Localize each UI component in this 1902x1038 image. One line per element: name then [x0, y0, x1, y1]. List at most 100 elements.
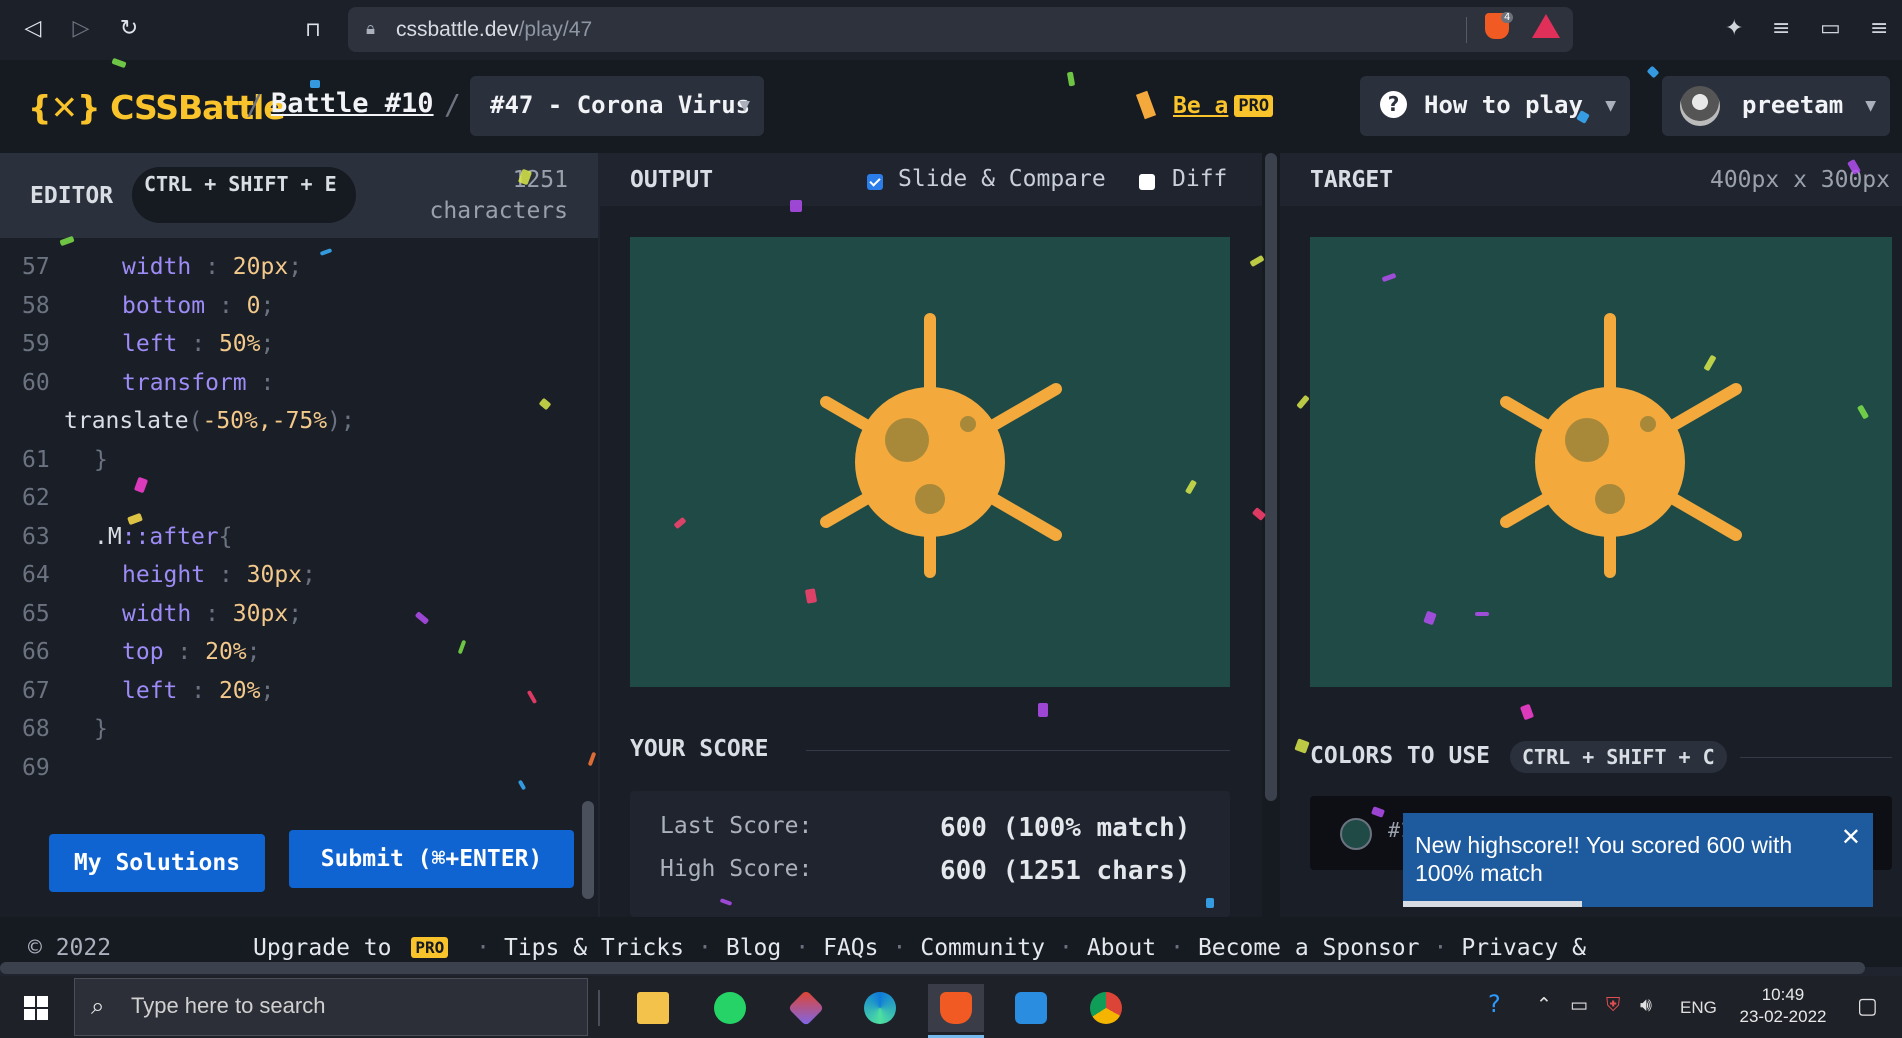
taskbar-search-input[interactable]: [131, 993, 571, 1019]
line-number: 63: [22, 523, 50, 550]
file-explorer-icon[interactable]: [625, 984, 681, 1032]
footer-link[interactable]: Community: [920, 935, 1045, 961]
chrome-icon[interactable]: [1078, 984, 1134, 1032]
toast-message: New highscore!! You scored 600 with 100%…: [1415, 832, 1793, 886]
menu-icon[interactable]: ≡: [1870, 16, 1888, 41]
character-count: 1251 characters: [429, 167, 568, 224]
challenge-dropdown[interactable]: #47 - Corona Virus ▼: [470, 76, 764, 136]
battle-link[interactable]: Battle #10: [271, 88, 434, 119]
code-line[interactable]: 57 width : 20px;: [0, 248, 590, 286]
taskbar-clock[interactable]: 10:49 23-02-2022: [1733, 984, 1833, 1028]
code-line[interactable]: 68}: [0, 710, 590, 748]
code-editor[interactable]: 57 width : 20px; 58 bottom : 0; 59 left : 50%…: [0, 238, 598, 798]
code-line[interactable]: 63 .M::after{: [0, 518, 590, 556]
section-divider: [1740, 757, 1892, 758]
code-line[interactable]: 64 height : 30px;: [0, 556, 590, 594]
back-icon[interactable]: ◁: [18, 14, 48, 44]
code-line[interactable]: 66 top : 20%;: [0, 633, 590, 671]
taskbar-divider: [598, 990, 600, 1026]
code-line[interactable]: 61}: [0, 441, 590, 479]
whatsapp-icon[interactable]: [702, 984, 758, 1032]
code-line[interactable]: 60 transform :: [0, 364, 590, 402]
code-text: height : 30px;: [122, 562, 316, 588]
challenge-title: #47 - Corona Virus: [490, 91, 751, 119]
confetti-piece: [310, 80, 320, 88]
divider-grip[interactable]: [1265, 153, 1277, 801]
playlist-icon[interactable]: ≡: [1772, 16, 1790, 41]
code-line[interactable]: 67 left : 20%;: [0, 672, 590, 710]
avatar: [1680, 86, 1720, 126]
line-number: 57: [22, 254, 50, 280]
slide-compare-label[interactable]: Slide & Compare: [898, 166, 1106, 192]
extensions-icon[interactable]: ✦: [1725, 16, 1743, 41]
confetti-piece: [1038, 703, 1048, 717]
battery-icon[interactable]: ▭: [1570, 994, 1588, 1016]
panel-divider[interactable]: [1262, 153, 1280, 917]
line-number: 58: [22, 292, 50, 319]
help-tray-icon[interactable]: ?: [1488, 990, 1501, 1018]
brave-icon[interactable]: [928, 984, 984, 1038]
footer-link[interactable]: Blog: [726, 935, 781, 961]
footer-link[interactable]: FAQs: [823, 935, 878, 961]
line-number: 64: [22, 562, 50, 588]
forward-icon[interactable]: ▷: [66, 14, 96, 44]
be-a-pro-link[interactable]: Be a PRO: [1173, 93, 1274, 119]
wallet-icon[interactable]: ▭: [1820, 16, 1841, 41]
code-token: ::after: [121, 523, 219, 550]
git-icon[interactable]: [778, 984, 834, 1032]
code-line[interactable]: 62: [0, 479, 590, 517]
volume-icon[interactable]: 🔊︎: [1640, 994, 1652, 1016]
address-bar[interactable]: 🔒︎ cssbattle.dev/play/47: [348, 7, 1573, 52]
submit-button[interactable]: Submit (⌘+ENTER): [289, 830, 574, 888]
windows-start-icon[interactable]: [24, 996, 48, 1020]
slide-compare-checkbox[interactable]: [867, 174, 883, 190]
my-solutions-button[interactable]: My Solutions: [49, 834, 265, 892]
page-horizontal-scrollbar[interactable]: [0, 962, 1865, 974]
pro-badge: PRO: [1234, 95, 1274, 117]
footer-link[interactable]: Become a Sponsor: [1198, 935, 1420, 961]
windows-taskbar: ⌕ ? ⌃ ▭ ⛨ 🔊︎ ENG 10:49 23-02-2022 ▢: [0, 976, 1902, 1038]
footer-link[interactable]: Tips & Tricks: [504, 935, 684, 961]
line-number: 66: [22, 639, 50, 665]
chevron-up-icon[interactable]: ⌃: [1536, 994, 1552, 1016]
breadcrumb-separator: /: [444, 88, 461, 121]
user-menu-button[interactable]: preetam ▼: [1662, 76, 1890, 136]
brave-rewards-icon[interactable]: [1532, 14, 1560, 38]
footer-dot: ·: [1170, 935, 1184, 961]
reload-icon[interactable]: ↻: [114, 14, 144, 44]
code-line[interactable]: 69: [0, 749, 590, 787]
editor-scrollbar[interactable]: [582, 801, 594, 899]
code-token: 50%: [218, 331, 261, 357]
output-canvas[interactable]: [630, 237, 1230, 687]
code-line[interactable]: 58 bottom : 0;: [0, 287, 590, 325]
target-canvas[interactable]: [1310, 237, 1892, 687]
line-number: 59: [22, 331, 50, 357]
code-line[interactable]: 65 width : 30px;: [0, 595, 590, 633]
target-panel: TARGET 400px x 300px COLORS TO USE CTRL …: [1280, 153, 1902, 917]
how-to-play-button[interactable]: ? How to play ▼: [1360, 76, 1630, 136]
edge-icon[interactable]: [852, 984, 908, 1032]
close-icon[interactable]: ✕: [1841, 823, 1861, 851]
code-token: 30px: [246, 562, 303, 588]
vscode-icon[interactable]: [1003, 984, 1059, 1032]
virus-drawing-output: [820, 313, 1062, 578]
diff-checkbox[interactable]: [1139, 174, 1155, 190]
url-text[interactable]: cssbattle.dev/play/47: [396, 18, 592, 42]
footer-link[interactable]: Privacy &: [1461, 935, 1586, 961]
upgrade-link[interactable]: Upgrade to PRO: [253, 935, 449, 961]
confetti-piece: [1475, 612, 1489, 616]
footer-link[interactable]: About: [1087, 935, 1156, 961]
code-line[interactable]: translate(-50%,-75%);: [0, 402, 590, 440]
color-swatch[interactable]: [1340, 818, 1372, 850]
code-token: width: [122, 254, 192, 280]
bookmark-icon[interactable]: ⊓: [298, 14, 328, 44]
colors-shortcut-pill: CTRL + SHIFT + C: [1510, 741, 1727, 773]
notifications-icon[interactable]: ▢: [1857, 994, 1878, 1019]
taskbar-search[interactable]: ⌕: [74, 978, 588, 1036]
language-indicator[interactable]: ENG: [1680, 998, 1717, 1018]
lock-icon: 🔒︎: [366, 19, 376, 39]
security-icon[interactable]: ⛨: [1606, 994, 1620, 1016]
diff-label[interactable]: Diff: [1172, 166, 1227, 192]
footer-dot: ·: [697, 935, 712, 961]
code-line[interactable]: 59 left : 50%;: [0, 325, 590, 363]
